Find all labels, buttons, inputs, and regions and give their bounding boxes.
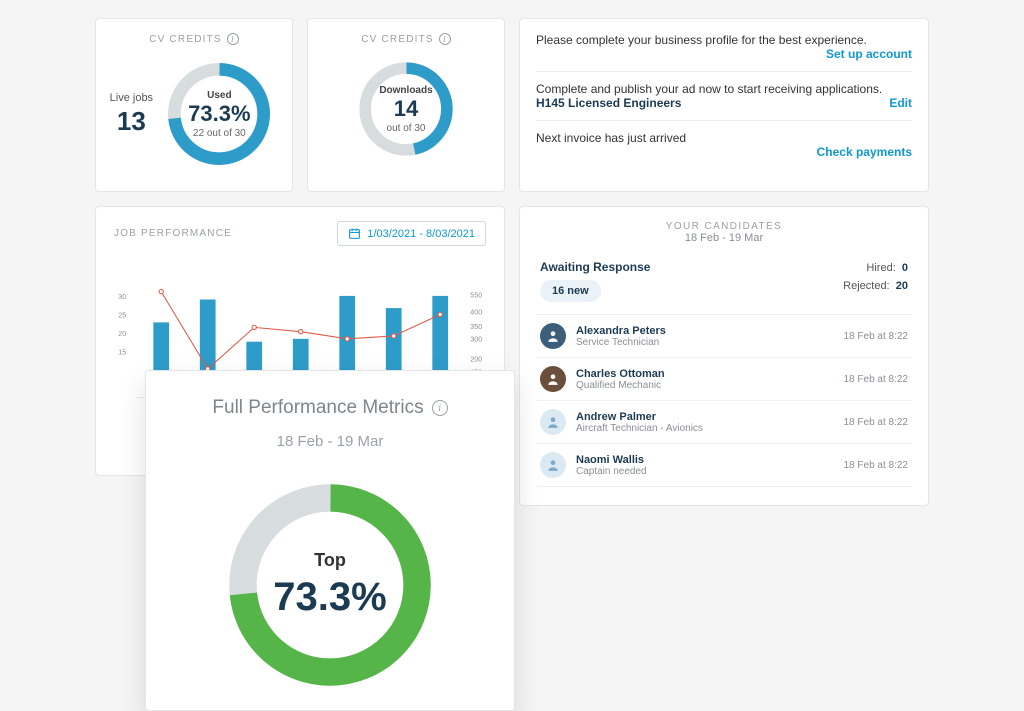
donut-sub: out of 30 bbox=[387, 123, 426, 134]
check-payments-link[interactable]: Check payments bbox=[817, 145, 912, 159]
y-right-tick: 400 bbox=[470, 309, 482, 317]
candidate-name: Charles Ottoman bbox=[576, 368, 834, 380]
y-right-tick: 200 bbox=[470, 356, 482, 364]
notice-item: Please complete your business profile fo… bbox=[536, 23, 912, 72]
used-donut: Used 73.3% 22 out of 30 bbox=[160, 55, 278, 173]
candidate-role: Aircraft Technician - Avionics bbox=[576, 423, 834, 434]
notice-item: Complete and publish your ad now to star… bbox=[536, 72, 912, 121]
perf-title: JOB PERFORMANCE bbox=[114, 228, 232, 239]
donut-value: 73.3% bbox=[273, 575, 386, 620]
candidates-range: 18 Feb - 19 Mar bbox=[536, 232, 912, 244]
full-performance-metrics-card: Full Performance Metrics i 18 Feb - 19 M… bbox=[145, 370, 515, 711]
cv-body: Live jobs 13 Used 73.3% 22 out of 30 bbox=[106, 55, 282, 173]
downloads-donut: Downloads 14 out of 30 bbox=[352, 55, 460, 163]
candidate-time: 18 Feb at 8:22 bbox=[844, 460, 909, 471]
title-text: CV CREDITS bbox=[149, 34, 222, 45]
candidate-role: Service Technician bbox=[576, 337, 834, 348]
candidate-row[interactable]: Andrew Palmer Aircraft Technician - Avio… bbox=[536, 401, 912, 444]
donut-label: Downloads bbox=[379, 85, 432, 96]
candidate-row[interactable]: Charles Ottoman Qualified Mechanic 18 Fe… bbox=[536, 358, 912, 401]
candidates-card: YOUR CANDIDATES 18 Feb - 19 Mar Awaiting… bbox=[519, 206, 929, 506]
date-range-picker[interactable]: 1/03/2021 - 8/03/2021 bbox=[337, 221, 486, 246]
candidate-info: Andrew Palmer Aircraft Technician - Avio… bbox=[576, 411, 834, 434]
avatar bbox=[540, 452, 566, 478]
setup-account-link[interactable]: Set up account bbox=[826, 47, 912, 61]
top-left-row: CV CREDITS i Live jobs 13 Used 73.3% bbox=[95, 18, 505, 192]
info-icon[interactable]: i bbox=[432, 400, 448, 416]
rejected-label: Rejected: bbox=[843, 280, 889, 292]
y-left-tick: 30 bbox=[118, 293, 126, 301]
donut-label: Used bbox=[207, 90, 231, 101]
donut-center: Used 73.3% 22 out of 30 bbox=[160, 55, 278, 173]
notice-text: Next invoice has just arrived bbox=[536, 131, 686, 145]
donut-center: Downloads 14 out of 30 bbox=[352, 55, 460, 163]
notices-card: Please complete your business profile fo… bbox=[519, 18, 929, 192]
avatar bbox=[540, 323, 566, 349]
candidate-row[interactable]: Alexandra Peters Service Technician 18 F… bbox=[536, 315, 912, 358]
user-icon bbox=[546, 415, 560, 429]
candidate-role: Captain needed bbox=[576, 466, 834, 477]
y-right-tick: 300 bbox=[470, 336, 482, 344]
donut-sub: 22 out of 30 bbox=[193, 128, 246, 139]
card-title: CV CREDITS i bbox=[318, 33, 494, 45]
metrics-range: 18 Feb - 19 Mar bbox=[170, 433, 490, 450]
metrics-donut: Top 73.3% bbox=[215, 470, 445, 700]
candidate-role: Qualified Mechanic bbox=[576, 380, 834, 391]
cv-body: Downloads 14 out of 30 bbox=[318, 55, 494, 163]
card-title: CV CREDITS i bbox=[106, 33, 282, 45]
user-icon bbox=[546, 458, 560, 472]
edit-link[interactable]: Edit bbox=[889, 96, 912, 110]
live-jobs-value: 13 bbox=[110, 106, 153, 137]
awaiting-left: Awaiting Response 16 new bbox=[540, 260, 650, 302]
candidate-row[interactable]: Naomi Wallis Captain needed 18 Feb at 8:… bbox=[536, 444, 912, 487]
live-jobs-stat: Live jobs 13 bbox=[110, 92, 153, 137]
y-left-tick: 15 bbox=[118, 349, 126, 357]
donut-value: 73.3% bbox=[188, 101, 250, 127]
hired-label: Hired: bbox=[866, 262, 895, 274]
info-icon[interactable]: i bbox=[227, 33, 239, 45]
rejected-value: 20 bbox=[896, 280, 908, 292]
candidate-time: 18 Feb at 8:22 bbox=[844, 374, 909, 385]
metrics-title: Full Performance Metrics bbox=[212, 397, 423, 419]
hired-value: 0 bbox=[902, 262, 908, 274]
candidates-title: YOUR CANDIDATES bbox=[536, 221, 912, 232]
avatar bbox=[540, 366, 566, 392]
donut-value: 14 bbox=[394, 96, 418, 122]
candidate-info: Alexandra Peters Service Technician bbox=[576, 325, 834, 348]
live-jobs-label: Live jobs bbox=[110, 92, 153, 104]
y-right-tick: 350 bbox=[470, 323, 482, 331]
title-text: CV CREDITS bbox=[361, 34, 434, 45]
perf-header: JOB PERFORMANCE 1/03/2021 - 8/03/2021 bbox=[114, 221, 486, 246]
notice-text: Complete and publish your ad now to star… bbox=[536, 82, 882, 96]
notice-item: Next invoice has just arrived Check paym… bbox=[536, 121, 912, 169]
candidate-time: 18 Feb at 8:22 bbox=[844, 331, 909, 342]
donut-center: Top 73.3% bbox=[215, 470, 445, 700]
calendar-icon bbox=[348, 227, 361, 240]
notice-bold[interactable]: H145 Licensed Engineers bbox=[536, 96, 681, 110]
candidate-time: 18 Feb at 8:22 bbox=[844, 417, 909, 428]
awaiting-right: Hired: 0 Rejected: 20 bbox=[843, 260, 908, 295]
candidate-name: Alexandra Peters bbox=[576, 325, 834, 337]
awaiting-label: Awaiting Response bbox=[540, 260, 650, 274]
new-badge[interactable]: 16 new bbox=[540, 280, 601, 302]
metrics-title-row: Full Performance Metrics i bbox=[212, 397, 447, 419]
user-icon bbox=[546, 372, 560, 386]
candidate-name: Andrew Palmer bbox=[576, 411, 834, 423]
awaiting-row: Awaiting Response 16 new Hired: 0 Reject… bbox=[536, 254, 912, 315]
candidate-info: Naomi Wallis Captain needed bbox=[576, 454, 834, 477]
notice-text: Please complete your business profile fo… bbox=[536, 33, 867, 47]
date-range-text: 1/03/2021 - 8/03/2021 bbox=[367, 228, 475, 240]
user-icon bbox=[546, 329, 560, 343]
y-left-tick: 20 bbox=[118, 330, 126, 338]
info-icon[interactable]: i bbox=[439, 33, 451, 45]
y-left-tick: 25 bbox=[118, 311, 126, 319]
cv-credits-used-card: CV CREDITS i Live jobs 13 Used 73.3% bbox=[95, 18, 293, 192]
donut-label: Top bbox=[314, 550, 346, 571]
candidate-info: Charles Ottoman Qualified Mechanic bbox=[576, 368, 834, 391]
candidate-name: Naomi Wallis bbox=[576, 454, 834, 466]
cv-credits-downloads-card: CV CREDITS i Downloads 14 out of 30 bbox=[307, 18, 505, 192]
y-right-tick: 550 bbox=[470, 291, 482, 299]
avatar bbox=[540, 409, 566, 435]
